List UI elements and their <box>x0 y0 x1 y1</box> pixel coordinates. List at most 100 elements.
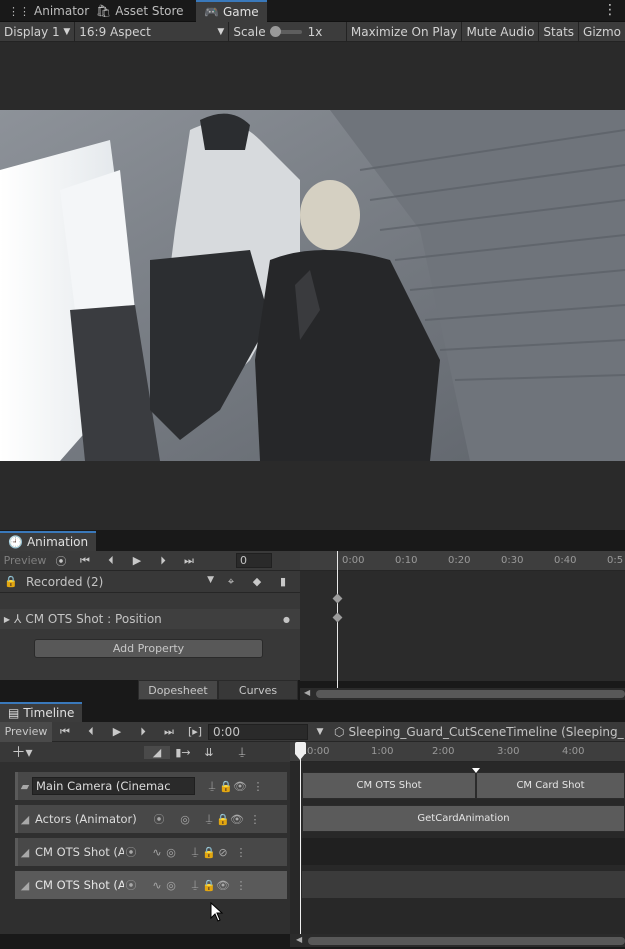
timeline-preview-button[interactable]: Preview <box>0 721 52 742</box>
pin-icon[interactable]: ⍊ <box>188 878 202 892</box>
tab-timeline[interactable]: ▤ Timeline <box>0 702 83 722</box>
cinemachine-track-icon: ▰ <box>20 779 30 793</box>
curves-icon[interactable]: ∿ <box>150 878 164 892</box>
filter-keyframes-icon[interactable]: ⌖ <box>218 575 244 589</box>
clip-cm-ots-shot[interactable]: CM OTS Shot <box>302 772 476 799</box>
clock-icon: 🕘 <box>8 535 23 549</box>
visibility-icon[interactable]: 👁 <box>216 878 230 892</box>
track-binding-field[interactable]: Actors (Animator) <box>32 811 152 827</box>
scale-slider[interactable] <box>269 25 302 37</box>
goto-end-icon[interactable]: ⏭ <box>156 725 182 739</box>
last-keyframe-icon[interactable]: ⏭ <box>176 554 202 568</box>
maximize-on-play-toggle[interactable]: Maximize On Play <box>347 21 463 42</box>
animation-ruler[interactable]: 0:00 0:10 0:20 0:30 0:40 0:5 <box>300 551 625 571</box>
track-main-camera[interactable]: ▰ Main Camera (Cinemac ⍊ 🔒 👁 ⋮ <box>15 772 287 800</box>
track-menu-icon[interactable]: ⋮ <box>251 779 265 793</box>
mute-audio-toggle[interactable]: Mute Audio <box>462 21 540 42</box>
snap-icon[interactable]: ◢ <box>144 745 170 759</box>
expand-arrow-icon[interactable]: ▶ <box>0 615 14 624</box>
track-menu-icon[interactable]: ⋮ <box>248 812 262 826</box>
add-event-icon[interactable]: ▮ <box>270 575 296 588</box>
property-row[interactable]: ▶ ⅄ CM OTS Shot : Position ● <box>0 609 300 629</box>
timeline-asset-label[interactable]: Sleeping_Guard_CutSceneTimeline (Sleepin… <box>348 725 623 739</box>
infinite-clip-2[interactable] <box>302 871 625 898</box>
time-format-dropdown-icon[interactable]: ▼ <box>308 727 332 737</box>
ripple-icon[interactable]: ▮→ <box>170 746 196 759</box>
lock-icon[interactable]: 🔒 <box>216 812 230 826</box>
add-keyframe-icon[interactable]: ◆ <box>244 575 270 588</box>
first-keyframe-icon[interactable]: ⏮ <box>72 554 98 568</box>
timeline-playhead[interactable] <box>300 742 301 934</box>
infinite-clip-1[interactable] <box>302 838 625 865</box>
add-property-button[interactable]: Add Property <box>34 639 263 658</box>
preview-button[interactable]: Preview <box>0 554 50 567</box>
gizmos-dropdown[interactable]: Gizmo <box>579 22 625 42</box>
marker-icon[interactable]: ⍊ <box>222 745 262 759</box>
add-track-button[interactable]: ＋▾ <box>0 742 44 762</box>
play-icon[interactable]: ▶ <box>124 554 150 567</box>
lock-icon[interactable]: 🔒 <box>202 878 216 892</box>
track-menu-icon[interactable]: ⋮ <box>234 845 248 859</box>
display-dropdown[interactable]: Display 1 ▼ <box>0 21 76 42</box>
tab-animator[interactable]: ⋮⋮ Animator <box>0 0 97 22</box>
scroll-left-icon[interactable]: ◀ <box>296 935 302 944</box>
hidden-icon[interactable]: ⊘ <box>216 845 230 859</box>
track-cm-ots-shot-1[interactable]: ◢ CM OTS Shot (A ⦿ ∿ ◎ ⍊ 🔒 ⊘ ⋮ <box>15 838 287 866</box>
track-menu-icon[interactable]: ⋮ <box>234 878 248 892</box>
previous-frame-icon[interactable]: ⏴ <box>78 725 104 739</box>
timeline-time-field[interactable]: 0:00 <box>208 723 308 740</box>
track-binding-field[interactable]: CM OTS Shot (A <box>32 877 124 893</box>
curves-icon[interactable]: ∿ <box>150 845 164 859</box>
lock-icon[interactable]: 🔒 <box>219 779 233 793</box>
playhead-handle[interactable] <box>295 742 306 754</box>
timeline-scrollbar[interactable]: ◀ <box>290 934 625 947</box>
more-options-icon[interactable]: ⋮ <box>603 2 617 18</box>
timeline-play-icon[interactable]: ▶ <box>104 725 130 738</box>
lock-icon[interactable]: 🔒 <box>0 575 22 588</box>
scale-control[interactable]: Scale 1x <box>229 21 347 42</box>
dopesheet-tab[interactable]: Dopesheet <box>138 680 218 700</box>
visibility-icon[interactable]: 👁 <box>230 812 244 826</box>
goto-start-icon[interactable]: ⏮ <box>52 725 78 739</box>
pin-icon[interactable]: ⍊ <box>188 845 202 859</box>
dopesheet-area[interactable] <box>300 571 625 681</box>
target-icon[interactable]: ⦿ <box>152 812 166 826</box>
lock-icon[interactable]: 🔒 <box>202 845 216 859</box>
target-icon[interactable]: ⦿ <box>124 878 138 892</box>
scrollbar-thumb[interactable] <box>316 690 625 698</box>
track-actors[interactable]: ◢ Actors (Animator) ⦿ ◎ ⍊ 🔒 👁 ⋮ <box>15 805 287 833</box>
track-binding-field[interactable]: Main Camera (Cinemac <box>32 777 195 795</box>
track-cm-ots-shot-2[interactable]: ◢ CM OTS Shot (A ⦿ ∿ ◎ ⍊ 🔒 👁 ⋮ <box>15 871 287 899</box>
clip-dropdown[interactable]: Recorded (2) ▼ <box>22 575 218 589</box>
record-track-icon[interactable]: ◎ <box>178 812 192 826</box>
record-icon[interactable]: ⦿ <box>50 553 72 569</box>
keyframe-dot-icon[interactable]: ● <box>283 615 290 624</box>
play-range-icon[interactable]: [▸] <box>182 725 208 738</box>
track-binding-field[interactable]: CM OTS Shot (A <box>32 844 124 860</box>
next-frame-icon[interactable]: ⏵ <box>130 725 156 739</box>
clip-get-card-animation[interactable]: GetCardAnimation <box>302 805 625 832</box>
timeline-ruler[interactable]: 0:00 1:00 2:00 3:00 4:00 <box>290 742 625 762</box>
pin-icon[interactable]: ⍊ <box>202 812 216 826</box>
visibility-icon[interactable]: 👁 <box>233 779 247 793</box>
frame-field[interactable]: 0 <box>236 553 272 568</box>
aspect-dropdown[interactable]: 16:9 Aspect ▼ <box>75 21 230 42</box>
tab-game[interactable]: 🎮 Game <box>196 0 267 22</box>
curves-tab[interactable]: Curves <box>218 680 298 700</box>
previous-keyframe-icon[interactable]: ⏴ <box>98 554 124 568</box>
record-track-icon[interactable]: ◎ <box>164 878 178 892</box>
animation-scrollbar[interactable]: ◀ <box>300 688 625 700</box>
record-track-icon[interactable]: ◎ <box>164 845 178 859</box>
scroll-left-icon[interactable]: ◀ <box>304 688 310 697</box>
tab-asset-store[interactable]: 🛍 Asset Store <box>88 0 192 22</box>
clip-cm-card-shot[interactable]: CM Card Shot <box>476 772 625 799</box>
target-icon[interactable]: ⦿ <box>124 845 138 859</box>
tab-animation[interactable]: 🕘 Animation <box>0 531 97 551</box>
aspect-label: 16:9 Aspect <box>79 24 151 39</box>
stats-toggle[interactable]: Stats <box>539 21 580 42</box>
next-keyframe-icon[interactable]: ⏵ <box>150 554 176 568</box>
pin-icon[interactable]: ⍊ <box>205 779 219 793</box>
scale-slider-thumb[interactable] <box>269 25 281 37</box>
scrollbar-thumb[interactable] <box>308 937 625 945</box>
replace-icon[interactable]: ⇊ <box>196 746 222 759</box>
